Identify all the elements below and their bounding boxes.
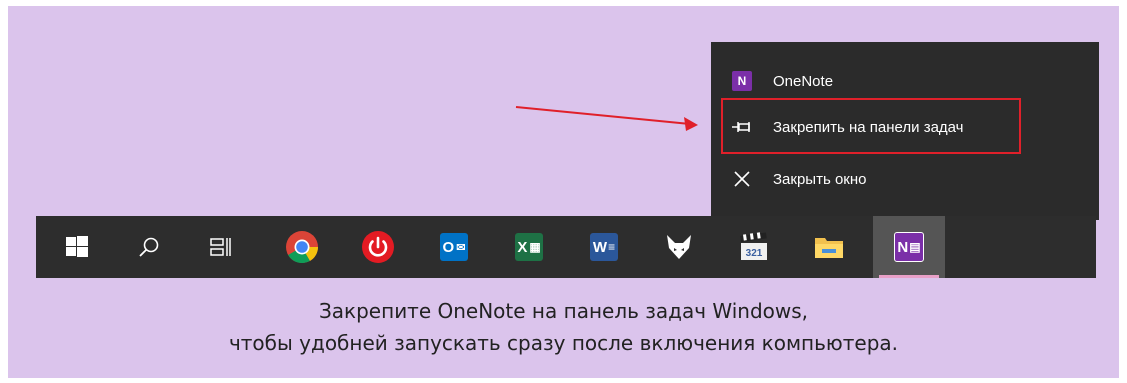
taskbar-power-app[interactable] — [342, 216, 414, 278]
onenote-icon: N — [731, 70, 753, 92]
taskbar-jump-list-menu: N OneNote Закрепить на панели задач Закр… — [711, 42, 1099, 220]
onenote-icon: N ▤ — [894, 232, 924, 262]
taskbar-fox-app[interactable] — [643, 216, 715, 278]
taskbar-outlook[interactable]: O ✉ — [418, 216, 490, 278]
folder-icon — [815, 238, 843, 258]
clapperboard-text: 321 — [746, 248, 763, 259]
power-icon — [362, 231, 394, 263]
taskbar-chrome[interactable] — [266, 216, 338, 278]
chrome-icon — [286, 231, 319, 264]
menu-item-close-window[interactable]: Закрыть окно — [711, 156, 1099, 202]
taskbar-file-explorer[interactable] — [793, 216, 865, 278]
clapperboard-321-icon: 321 — [740, 232, 767, 260]
menu-item-pin-to-taskbar[interactable]: Закрепить на панели задач — [711, 104, 1099, 150]
caption-text: Закрепите OneNote на панель задач Window… — [0, 295, 1127, 359]
excel-icon: X ▦ — [515, 233, 543, 261]
caption-line-2: чтобы удобней запускать сразу после вклю… — [228, 331, 899, 355]
windows-taskbar: O ✉ X ▦ W ≡ 321 N ▤ — [36, 216, 1096, 278]
outlook-icon: O ✉ — [440, 233, 468, 261]
fox-icon — [667, 235, 691, 259]
word-icon: W ≡ — [590, 233, 618, 261]
taskbar-task-view-button[interactable] — [185, 216, 257, 278]
taskbar-onenote[interactable]: N ▤ — [873, 216, 945, 278]
task-view-icon — [210, 238, 231, 256]
outlook-icon-letter: O — [442, 238, 455, 256]
taskbar-start-button[interactable] — [41, 216, 113, 278]
menu-item-label: Закрыть окно — [773, 170, 867, 188]
pin-icon — [731, 116, 753, 138]
excel-icon-letter: X — [517, 238, 528, 256]
caption-line-1: Закрепите OneNote на панель задач Window… — [318, 299, 809, 323]
taskbar-search-button[interactable] — [113, 216, 185, 278]
onenote-icon-letter: N — [897, 238, 909, 256]
menu-item-label: OneNote — [773, 72, 834, 90]
search-icon — [139, 237, 159, 257]
taskbar-media-player[interactable]: 321 — [718, 216, 790, 278]
windows-logo-icon — [66, 236, 88, 257]
taskbar-excel[interactable]: X ▦ — [493, 216, 565, 278]
word-icon-letter: W — [592, 238, 608, 256]
menu-item-onenote[interactable]: N OneNote — [711, 58, 1099, 104]
taskbar-word[interactable]: W ≡ — [568, 216, 640, 278]
menu-item-label: Закрепить на панели задач — [773, 118, 964, 136]
close-icon — [731, 168, 753, 190]
